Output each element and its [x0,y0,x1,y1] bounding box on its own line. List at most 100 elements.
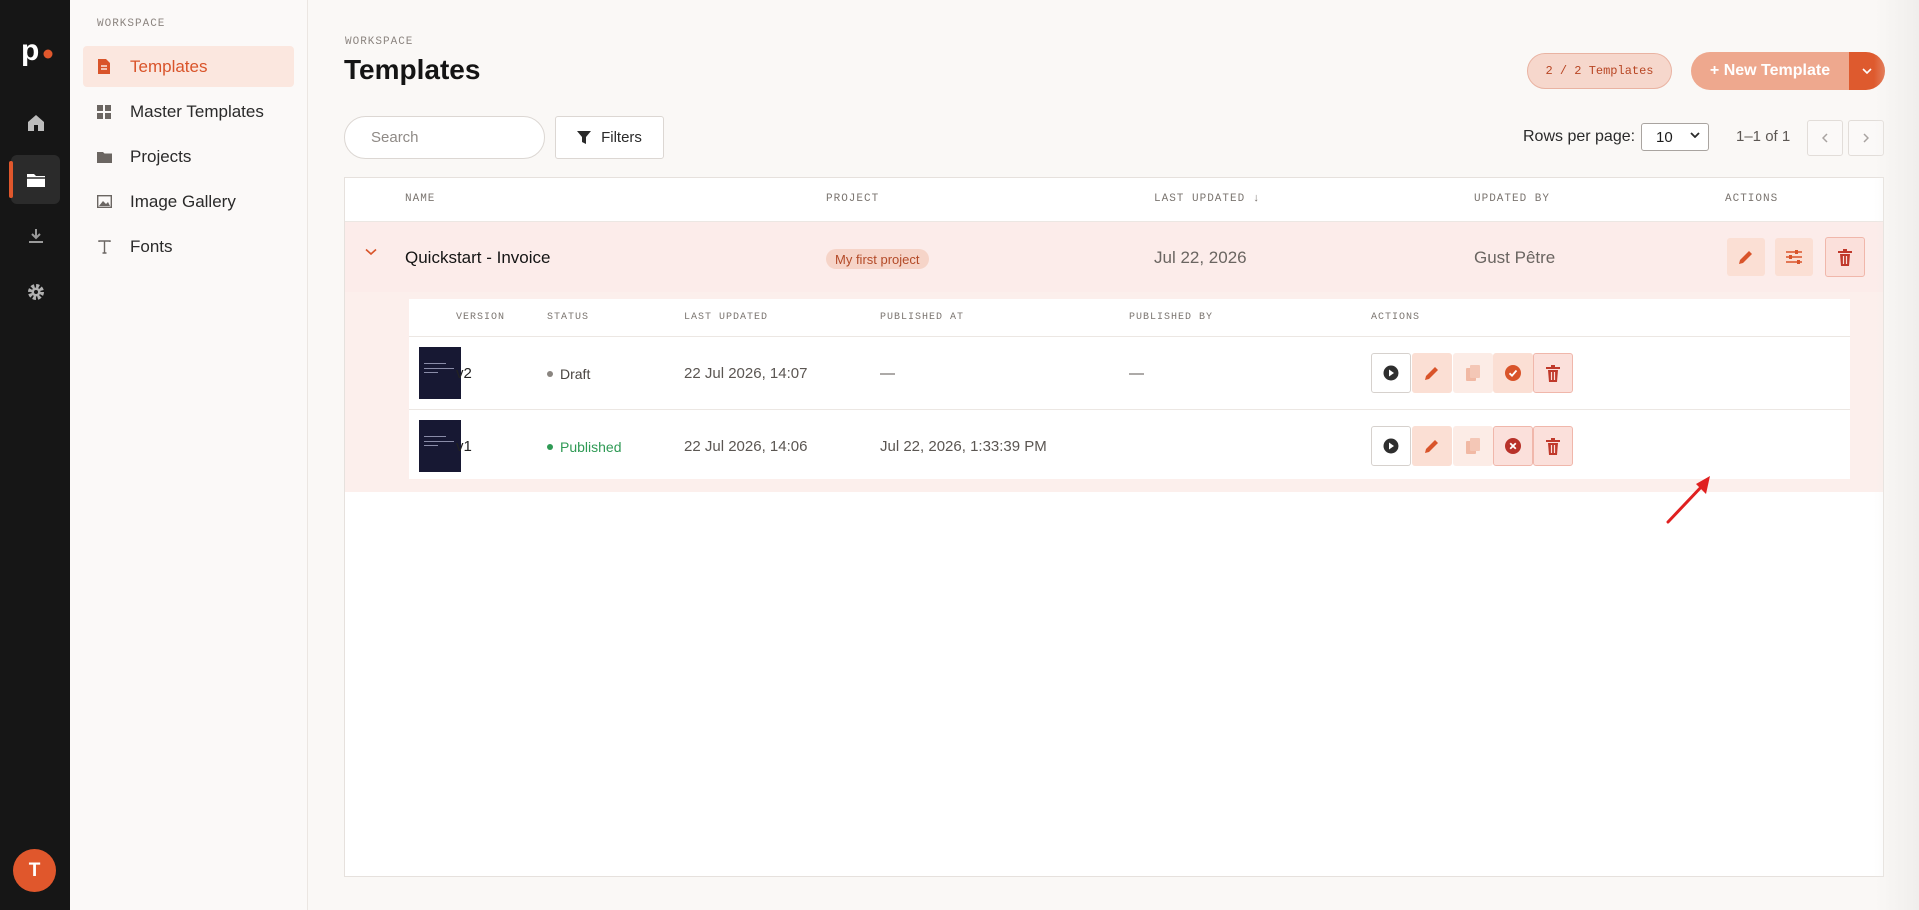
status-label: Draft [560,366,591,382]
check-circle-icon [1505,365,1521,381]
breadcrumb: WORKSPACE [345,36,414,48]
sidebar-item-label: Templates [130,56,208,76]
app-logo[interactable]: p [17,30,57,70]
version-label: v2 [456,365,472,382]
rows-per-page-label: Rows per page: [1523,128,1636,145]
delete-version-button[interactable] [1533,426,1573,466]
edit-template-button[interactable] [1727,238,1765,276]
version-label: v1 [456,438,472,455]
versions-panel: VERSION STATUS LAST UPDATED PUBLISHED AT… [345,292,1883,492]
folder-icon [96,151,112,163]
gear-icon [27,283,44,300]
rail-home[interactable] [11,98,60,147]
rail-templates[interactable] [9,155,60,204]
rail-downloads[interactable] [11,211,60,260]
status-label: Published [560,439,622,455]
collapse-chevron-icon[interactable] [365,248,377,256]
image-icon [96,195,112,208]
copy-icon [1466,438,1480,454]
rows-per-page-value: 10 [1656,128,1673,146]
play-circle-icon [1383,365,1399,381]
pagination-range: 1–1 of 1 [1736,128,1791,145]
user-avatar[interactable]: T [13,849,56,892]
column-header-actions: ACTIONS [1371,312,1421,323]
sidebar-item-label: Projects [130,146,192,166]
edit-version-button[interactable] [1412,353,1452,393]
sidebar-item-master-templates[interactable]: Master Templates [83,91,294,132]
delete-template-button[interactable] [1825,237,1865,277]
column-header-updated-by[interactable]: UPDATED BY [1474,193,1550,205]
version-row: v1 Published 22 Jul 2026, 14:06 Jul 22, … [409,410,1850,482]
duplicate-version-button[interactable] [1453,353,1493,393]
page-title: Templates [344,54,481,85]
rail-settings[interactable] [11,267,60,316]
duplicate-version-button[interactable] [1453,426,1493,466]
published-by: — [1129,365,1144,382]
column-header-project[interactable]: PROJECT [826,193,879,205]
grid-icon [97,104,111,119]
template-name[interactable]: Quickstart - Invoice [405,248,551,268]
version-thumbnail[interactable] [419,347,461,399]
version-last-updated: 22 Jul 2026, 14:06 [684,438,808,455]
edit-version-button[interactable] [1412,426,1452,466]
sidebar-item-label: Image Gallery [130,191,236,211]
x-circle-icon [1505,438,1521,454]
template-count-badge: 2 / 2 Templates [1527,53,1672,89]
edge-shadow [1874,0,1919,910]
unpublish-version-button[interactable] [1493,426,1533,466]
preview-version-button[interactable] [1371,426,1411,466]
publish-version-button[interactable] [1493,353,1533,393]
chevron-down-icon [1862,68,1872,74]
column-header-published-at: PUBLISHED AT [880,312,965,323]
text-icon [97,239,111,254]
column-header-actions: ACTIONS [1725,193,1779,205]
sidebar-item-fonts[interactable]: Fonts [83,226,294,267]
trash-icon [1838,248,1852,266]
chevron-down-icon [1690,132,1700,138]
sidebar-item-label: Fonts [130,236,173,256]
versions-table: VERSION STATUS LAST UPDATED PUBLISHED AT… [409,299,1850,479]
column-header-published-by: PUBLISHED BY [1129,312,1214,323]
play-circle-icon [1383,438,1399,454]
delete-version-button[interactable] [1533,353,1573,393]
trash-icon [1546,364,1560,382]
icon-rail: p T [0,0,70,910]
sidebar-item-image-gallery[interactable]: Image Gallery [83,181,294,222]
pencil-icon [1739,251,1752,264]
column-header-last-updated: LAST UPDATED [684,312,769,323]
status-badge: Published [547,439,622,455]
annotation-arrow-icon [1666,476,1710,524]
column-header-version: VERSION [456,312,506,323]
new-template-button[interactable]: + New Template [1691,52,1849,90]
previous-page-button[interactable] [1807,120,1843,156]
rows-per-page-select[interactable]: 10 [1641,123,1709,151]
table-row[interactable]: Quickstart - Invoice My first project Ju… [345,222,1883,292]
sidebar-item-projects[interactable]: Projects [83,136,294,177]
chevron-left-icon [1822,133,1828,143]
pencil-icon [1425,440,1438,453]
version-row: v2 Draft 22 Jul 2026, 14:07 — — [409,337,1850,409]
column-header-name[interactable]: NAME [405,193,435,205]
sidebar-item-label: Master Templates [130,101,264,121]
column-header-last-updated[interactable]: LAST UPDATED ↓ [1154,193,1260,205]
status-badge: Draft [547,366,590,382]
search-input[interactable] [344,116,545,159]
template-settings-button[interactable] [1775,238,1813,276]
version-last-updated: 22 Jul 2026, 14:07 [684,365,808,382]
sidebar-section-label: WORKSPACE [97,18,166,30]
copy-icon [1466,365,1480,381]
filters-button[interactable]: Filters [555,116,664,159]
download-icon [28,228,43,243]
svg-text:p: p [21,34,39,67]
preview-version-button[interactable] [1371,353,1411,393]
version-thumbnail[interactable] [419,420,461,472]
updated-by: Gust Pêtre [1474,248,1556,267]
file-icon [98,59,110,74]
project-badge: My first project [826,249,929,269]
sidebar: WORKSPACE Templates Master Templates Pro… [70,0,308,910]
sidebar-item-templates[interactable]: Templates [83,46,294,87]
trash-icon [1546,437,1560,455]
folder-icon [26,173,45,187]
sliders-icon [1786,250,1802,264]
filters-label: Filters [601,129,642,146]
